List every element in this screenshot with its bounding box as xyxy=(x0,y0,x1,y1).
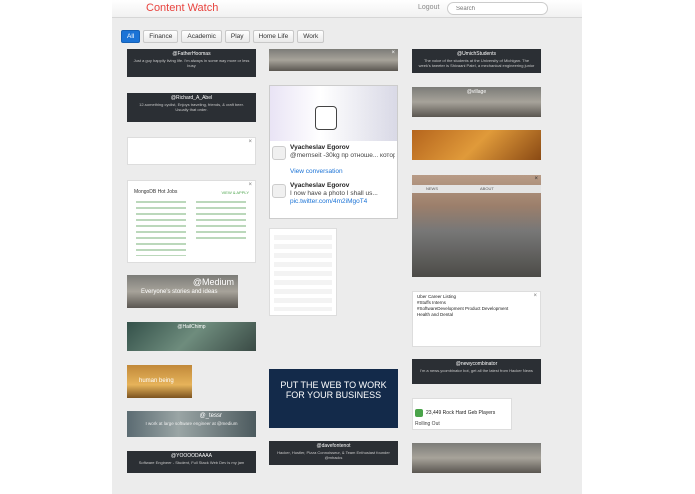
banner-ad-headline: FOR YOUR BUSINESS xyxy=(285,390,382,400)
tweet-link[interactable]: View conversation xyxy=(290,168,343,175)
close-icon[interactable]: × xyxy=(248,182,252,188)
ad-card[interactable] xyxy=(269,228,337,316)
jobs-ad-title: MongoDB Hot Jobs xyxy=(134,189,178,195)
image-card[interactable] xyxy=(412,130,541,160)
profile-card-photo[interactable]: @HailChimp xyxy=(127,322,256,351)
filter-play[interactable]: Play xyxy=(224,30,250,43)
ad-card[interactable]: × xyxy=(127,137,256,165)
ad-text: 23,449 Rock Hard Geb Players xyxy=(426,410,496,416)
profile-bio: I'm a news.ycombinator bot, get all the … xyxy=(420,368,533,373)
campus-tab[interactable]: ABOUT xyxy=(480,186,494,191)
profile-handle: @newycombinator xyxy=(455,361,498,367)
profile-card[interactable]: @UmichStudents The voice of the students… xyxy=(412,49,541,73)
profile-card-photo[interactable]: @Medium Everyone's stories and ideas xyxy=(127,275,238,308)
app-logo-icon xyxy=(415,409,423,417)
tweet-text: I now have a photo I shall us... xyxy=(290,190,378,197)
close-icon[interactable]: × xyxy=(533,293,537,299)
campus-photo-card[interactable]: NEWS ABOUT × xyxy=(412,175,541,277)
job-list-card[interactable]: × Uber Career Listing #Stuffs Interns #S… xyxy=(412,291,541,347)
profile-card-photo[interactable]: @_tessr I work at large software enginee… xyxy=(127,411,256,437)
search-input[interactable] xyxy=(447,2,548,15)
profile-handle: @YOOOODAAAA xyxy=(171,453,212,459)
campus-tabs: NEWS ABOUT xyxy=(412,185,541,193)
campus-tab[interactable]: NEWS xyxy=(426,186,438,191)
profile-handle: @HailChimp xyxy=(177,324,206,330)
close-icon[interactable]: × xyxy=(534,176,538,182)
image-card[interactable]: human being xyxy=(127,365,192,398)
image-card[interactable]: × xyxy=(269,49,398,71)
avatar xyxy=(272,184,286,198)
app-title[interactable]: Content Watch xyxy=(146,2,218,14)
profile-handle: @Richard_A_Abel xyxy=(170,95,213,101)
avatar xyxy=(315,106,337,130)
profile-card[interactable]: @davefontenot Hacker, Hustler, Pizza Con… xyxy=(269,441,398,465)
ad-subtext: Rolling Out xyxy=(415,421,440,427)
profile-handle: @FatherHoomas xyxy=(172,51,211,57)
avatar xyxy=(272,146,286,160)
ad-preview xyxy=(274,235,332,311)
jobs-list-right xyxy=(196,201,246,241)
profile-bio: I work at large software engineer at @me… xyxy=(145,421,238,426)
profile-card[interactable]: @newycombinator I'm a news.ycombinator b… xyxy=(412,359,541,384)
filter-work[interactable]: Work xyxy=(297,30,325,43)
tweet-link[interactable]: pic.twitter.com/4m2iMgoT4 xyxy=(290,198,367,205)
image-card[interactable] xyxy=(412,443,541,473)
banner-ad[interactable]: PUT THE WEB TO WORK FOR YOUR BUSINESS xyxy=(269,369,398,428)
profile-bio: The voice of the students at the Univers… xyxy=(418,58,535,68)
tweet-author: Vyacheslav Egorov xyxy=(290,182,350,189)
profile-bio: Just a guy happily living life. I'm alwa… xyxy=(133,58,250,68)
profile-handle: @davefontenot xyxy=(316,443,351,449)
tweet-text: @mernseit -30kg пр отноше... которое был… xyxy=(290,152,395,159)
close-icon[interactable]: × xyxy=(248,139,252,145)
ad-card[interactable]: 23,449 Rock Hard Geb Players Rolling Out xyxy=(412,398,512,430)
filter-finance[interactable]: Finance xyxy=(143,30,179,43)
jobs-ad-cta[interactable]: VIEW & APPLY xyxy=(222,190,250,196)
profile-bio: 12-something cyclist, Enjoys traveling, … xyxy=(139,102,244,112)
logout-link[interactable]: Logout xyxy=(418,4,439,11)
image-caption: human being xyxy=(139,378,174,384)
profile-card-photo[interactable]: @village xyxy=(412,87,541,117)
profile-handle: @Medium xyxy=(192,277,234,287)
navbar: Content Watch Logout xyxy=(112,0,582,18)
filter-academic[interactable]: Academic xyxy=(181,30,222,43)
banner-ad-headline: PUT THE WEB TO WORK xyxy=(280,380,387,390)
profile-bio: Everyone's stories and ideas xyxy=(141,289,218,295)
profile-card[interactable]: @Richard_A_Abel 12-something cyclist, En… xyxy=(127,93,256,122)
profile-handle: @UmichStudents xyxy=(457,51,496,57)
jobs-list-left xyxy=(136,201,186,256)
tweet-author: Vyacheslav Egorov xyxy=(290,144,350,151)
profile-bio: Software Engineer - Student, Full Stack … xyxy=(138,460,245,465)
profile-handle: @village xyxy=(466,89,487,95)
profile-card[interactable]: @YOOOODAAAA Software Engineer - Student,… xyxy=(127,451,256,473)
profile-handle: @_tessr xyxy=(199,413,222,419)
job-list-row[interactable]: Health and Dental xyxy=(417,312,536,318)
filter-all[interactable]: All xyxy=(121,30,141,43)
profile-bio: Hacker, Hustler, Pizza Connoisseur, & Te… xyxy=(277,450,390,460)
filter-bar: All Finance Academic Play Home Life Work xyxy=(121,30,325,43)
profile-card[interactable]: @FatherHoomas Just a guy happily living … xyxy=(127,49,256,77)
tweet-embed[interactable]: Vyacheslav Egorov @mernseit -30kg пр отн… xyxy=(269,85,398,219)
filter-home-life[interactable]: Home Life xyxy=(252,30,295,43)
jobs-ad-card[interactable]: × MongoDB Hot Jobs VIEW & APPLY xyxy=(127,180,256,263)
close-icon[interactable]: × xyxy=(391,50,395,56)
page: Content Watch Logout All Finance Academi… xyxy=(0,0,695,494)
